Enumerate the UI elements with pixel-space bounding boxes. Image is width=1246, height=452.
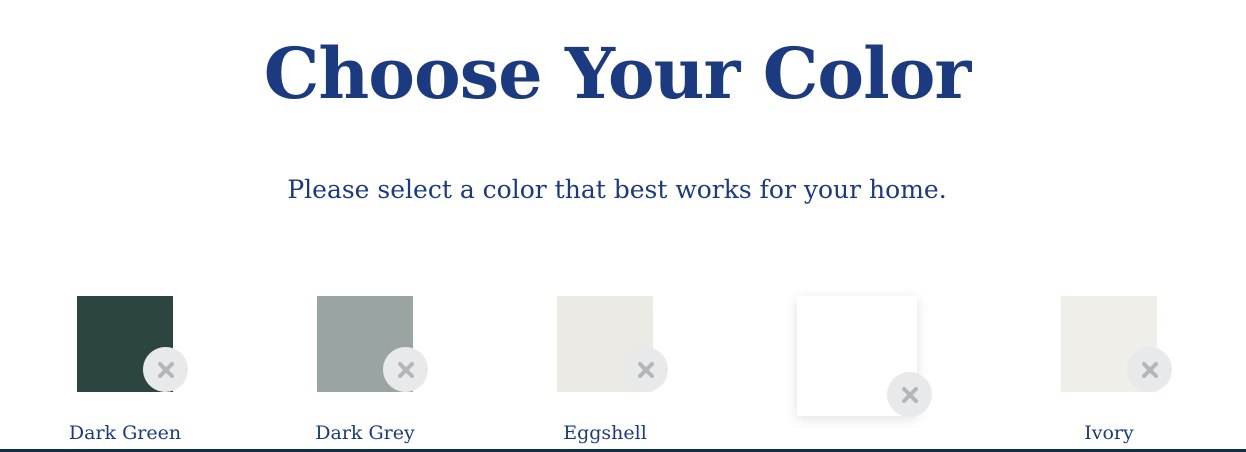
swatch-label: Ivory (1084, 422, 1134, 444)
remove-color-button[interactable] (1127, 347, 1172, 392)
close-icon (157, 361, 174, 378)
close-icon (637, 361, 654, 378)
remove-color-button[interactable] (383, 347, 428, 392)
page-subtitle: Please select a color that best works fo… (287, 175, 947, 204)
close-icon (397, 361, 414, 378)
swatch-label: Dark Grey (315, 422, 415, 444)
swatch-label: Dark Green (68, 422, 182, 444)
remove-color-button[interactable] (887, 372, 932, 417)
swatch-label: Eggshell (563, 422, 647, 444)
remove-color-button[interactable] (143, 347, 188, 392)
close-icon (1141, 361, 1158, 378)
close-icon (901, 386, 918, 403)
remove-color-button[interactable] (623, 347, 668, 392)
page-title: Choose Your Color (263, 32, 972, 115)
